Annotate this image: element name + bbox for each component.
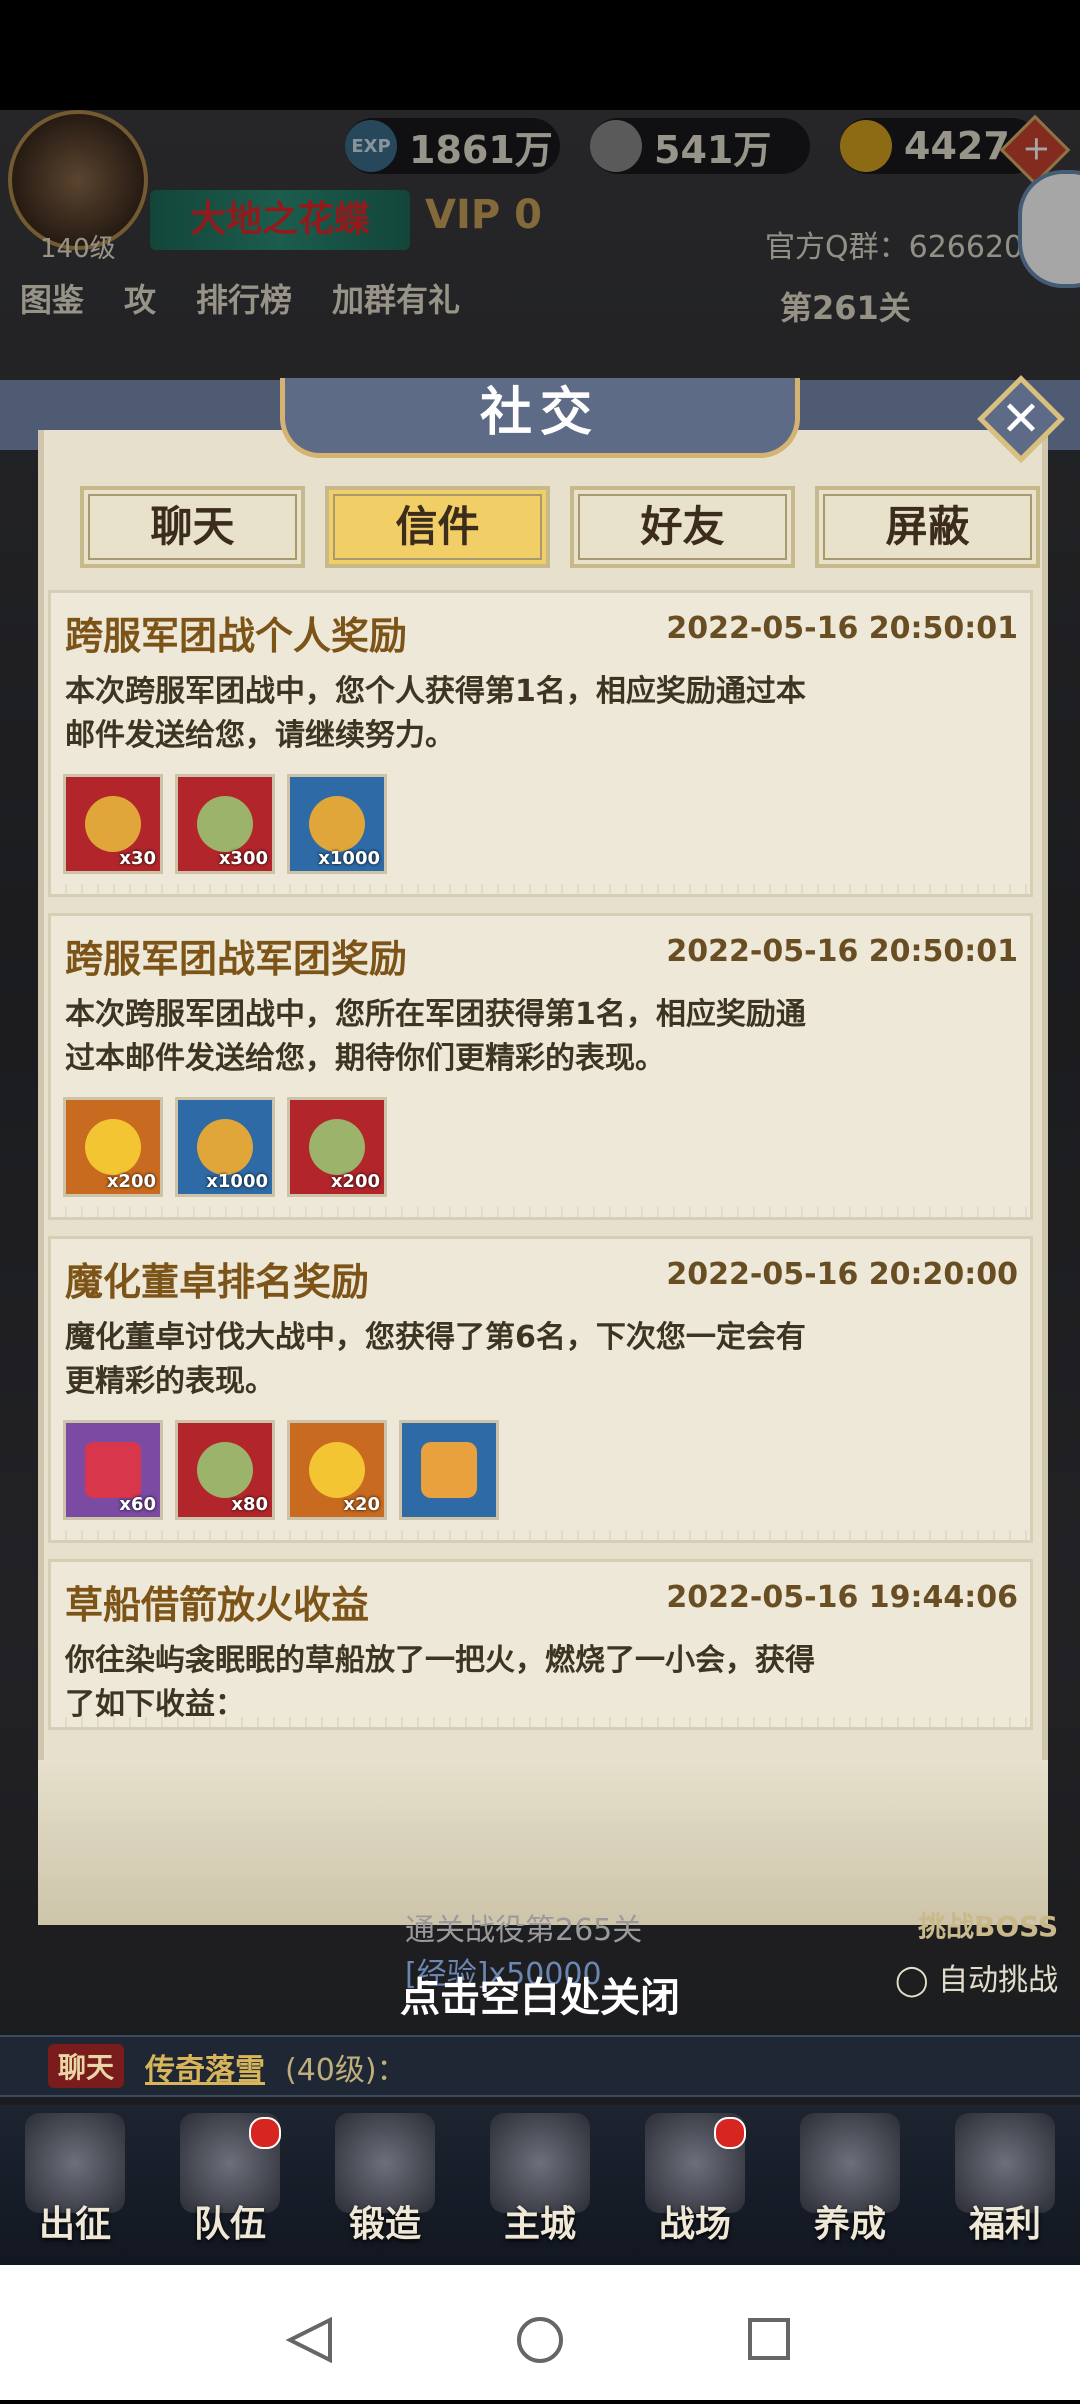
tab-friends[interactable]: 好友 [570,486,795,568]
mail-item[interactable]: 草船借箭放火收益 2022-05-16 19:44:06 你往染屿衾眠眠的草船放… [48,1559,1033,1730]
mail-title: 跨服军团战军团奖励 [65,937,408,981]
chat-tag: 聊天 [48,2044,125,2088]
reward-item[interactable]: x20 [287,1420,387,1520]
close-icon: ✕ [1000,391,1042,447]
back-icon[interactable] [285,2316,332,2364]
coin-icon [309,1119,365,1175]
reward-item[interactable]: x60 [63,1420,163,1520]
reward-item[interactable]: x200 [63,1097,163,1197]
system-nav-icons [285,2316,790,2364]
tab-mail[interactable]: 信件 [325,486,550,568]
tab-chat[interactable]: 聊天 [80,486,305,568]
mail-item[interactable]: 跨服军团战军团奖励 2022-05-16 20:50:01 本次跨服军团战中，您… [48,913,1033,1220]
nav-tab-label: 锻造 [348,2204,421,2245]
mail-title: 跨服军团战个人奖励 [65,614,408,658]
gem-icon [85,1442,141,1498]
reward-item[interactable]: x30 [63,774,163,874]
armor-icon [421,1442,477,1498]
mail-rewards: x200 x1000 x200 [51,1081,1030,1217]
modal-scroll-bottom [38,1760,1048,1925]
mail-rewards: x30 x300 x1000 [51,758,1030,894]
reward-item[interactable]: x300 [175,774,275,874]
chat-player-name[interactable]: 传奇落雪 [145,2045,265,2089]
reward-qty: x200 [330,1171,380,1192]
coin-icon [197,796,253,852]
system-nav-bar [0,2265,1080,2400]
gold-ingot-icon [85,1119,141,1175]
nav-tab-label: 战场 [658,2204,731,2245]
chat-player-level: (40级)： [285,2053,407,2088]
nav-tab-forge[interactable]: 锻造 [310,2105,460,2265]
mail-item[interactable]: 魔化董卓排名奖励 2022-05-16 20:20:00 魔化董卓讨伐大战中，您… [48,1236,1033,1543]
reward-item[interactable]: x1000 [175,1097,275,1197]
reward-qty: x20 [343,1494,380,1515]
notification-dot [249,2117,281,2149]
nav-tab-label: 福利 [968,2204,1041,2245]
reward-qty: x1000 [318,848,380,869]
status-bar [0,0,1080,110]
reward-item[interactable]: x200 [287,1097,387,1197]
modal-title: 社交 [280,378,800,458]
mail-title: 魔化董卓排名奖励 [65,1260,370,1304]
coin-icon [197,1442,253,1498]
reward-item[interactable] [399,1420,499,1520]
challenge-boss-button[interactable]: 挑战BOSS [918,1905,1058,1945]
nav-tab-label: 队伍 [193,2204,266,2245]
mail-title: 草船借箭放火收益 [65,1583,370,1627]
token-icon [309,796,365,852]
mail-rewards: x60 x80 x20 [51,1404,1030,1540]
tab-block[interactable]: 屏蔽 [815,486,1040,568]
reward-qty: x300 [218,848,268,869]
nav-tab-label: 养成 [813,2204,886,2245]
nav-tab-team[interactable]: 队伍 [155,2105,305,2265]
mail-body: 你往染屿衾眠眠的草船放了一把火，燃烧了一小会，获得了如下收益： [65,1643,815,1722]
social-tabs: 聊天 信件 好友 屏蔽 [80,486,1040,568]
mail-item[interactable]: 跨服军团战个人奖励 2022-05-16 20:50:01 本次跨服军团战中，您… [48,590,1033,897]
mail-date: 2022-05-16 20:50:01 [666,934,1018,969]
stage-text: 通关战役第265关 [405,1913,643,1948]
mail-body: 本次跨服军团战中，您所在军团获得第1名，相应奖励通过本邮件发送给您，期待你们更精… [65,997,806,1076]
close-hint: 点击空白处关闭 [400,1975,680,2021]
nav-tab-expedition[interactable]: 出征 [0,2105,150,2265]
nav-tab-training[interactable]: 养成 [775,2105,925,2265]
reward-qty: x80 [231,1494,268,1515]
nav-tab-welfare[interactable]: 福利 [930,2105,1080,2265]
nav-tab-label: 主城 [503,2204,576,2245]
token-icon [197,1119,253,1175]
reward-qty: x1000 [206,1171,268,1192]
mail-date: 2022-05-16 20:50:01 [666,611,1018,646]
reward-qty: x30 [119,848,156,869]
reward-qty: x200 [106,1171,156,1192]
reward-qty: x60 [119,1494,156,1515]
nav-tab-city[interactable]: 主城 [465,2105,615,2265]
reward-item[interactable]: x1000 [287,774,387,874]
recents-icon[interactable] [748,2318,790,2360]
mail-list[interactable]: 跨服军团战个人奖励 2022-05-16 20:50:01 本次跨服军团战中，您… [48,590,1033,1755]
home-icon[interactable] [517,2317,563,2363]
notification-dot [714,2117,746,2149]
medal-icon [85,796,141,852]
nav-tab-label: 出征 [38,2204,111,2245]
nav-tab-battlefield[interactable]: 战场 [620,2105,770,2265]
mail-body: 魔化董卓讨伐大战中，您获得了第6名，下次您一定会有更精彩的表现。 [65,1320,806,1399]
gold-ingot-icon [309,1442,365,1498]
mail-date: 2022-05-16 20:20:00 [666,1257,1018,1292]
mail-date: 2022-05-16 19:44:06 [666,1580,1018,1615]
reward-item[interactable]: x80 [175,1420,275,1520]
mail-body: 本次跨服军团战中，您个人获得第1名，相应奖励通过本邮件发送给您，请继续努力。 [65,674,806,753]
